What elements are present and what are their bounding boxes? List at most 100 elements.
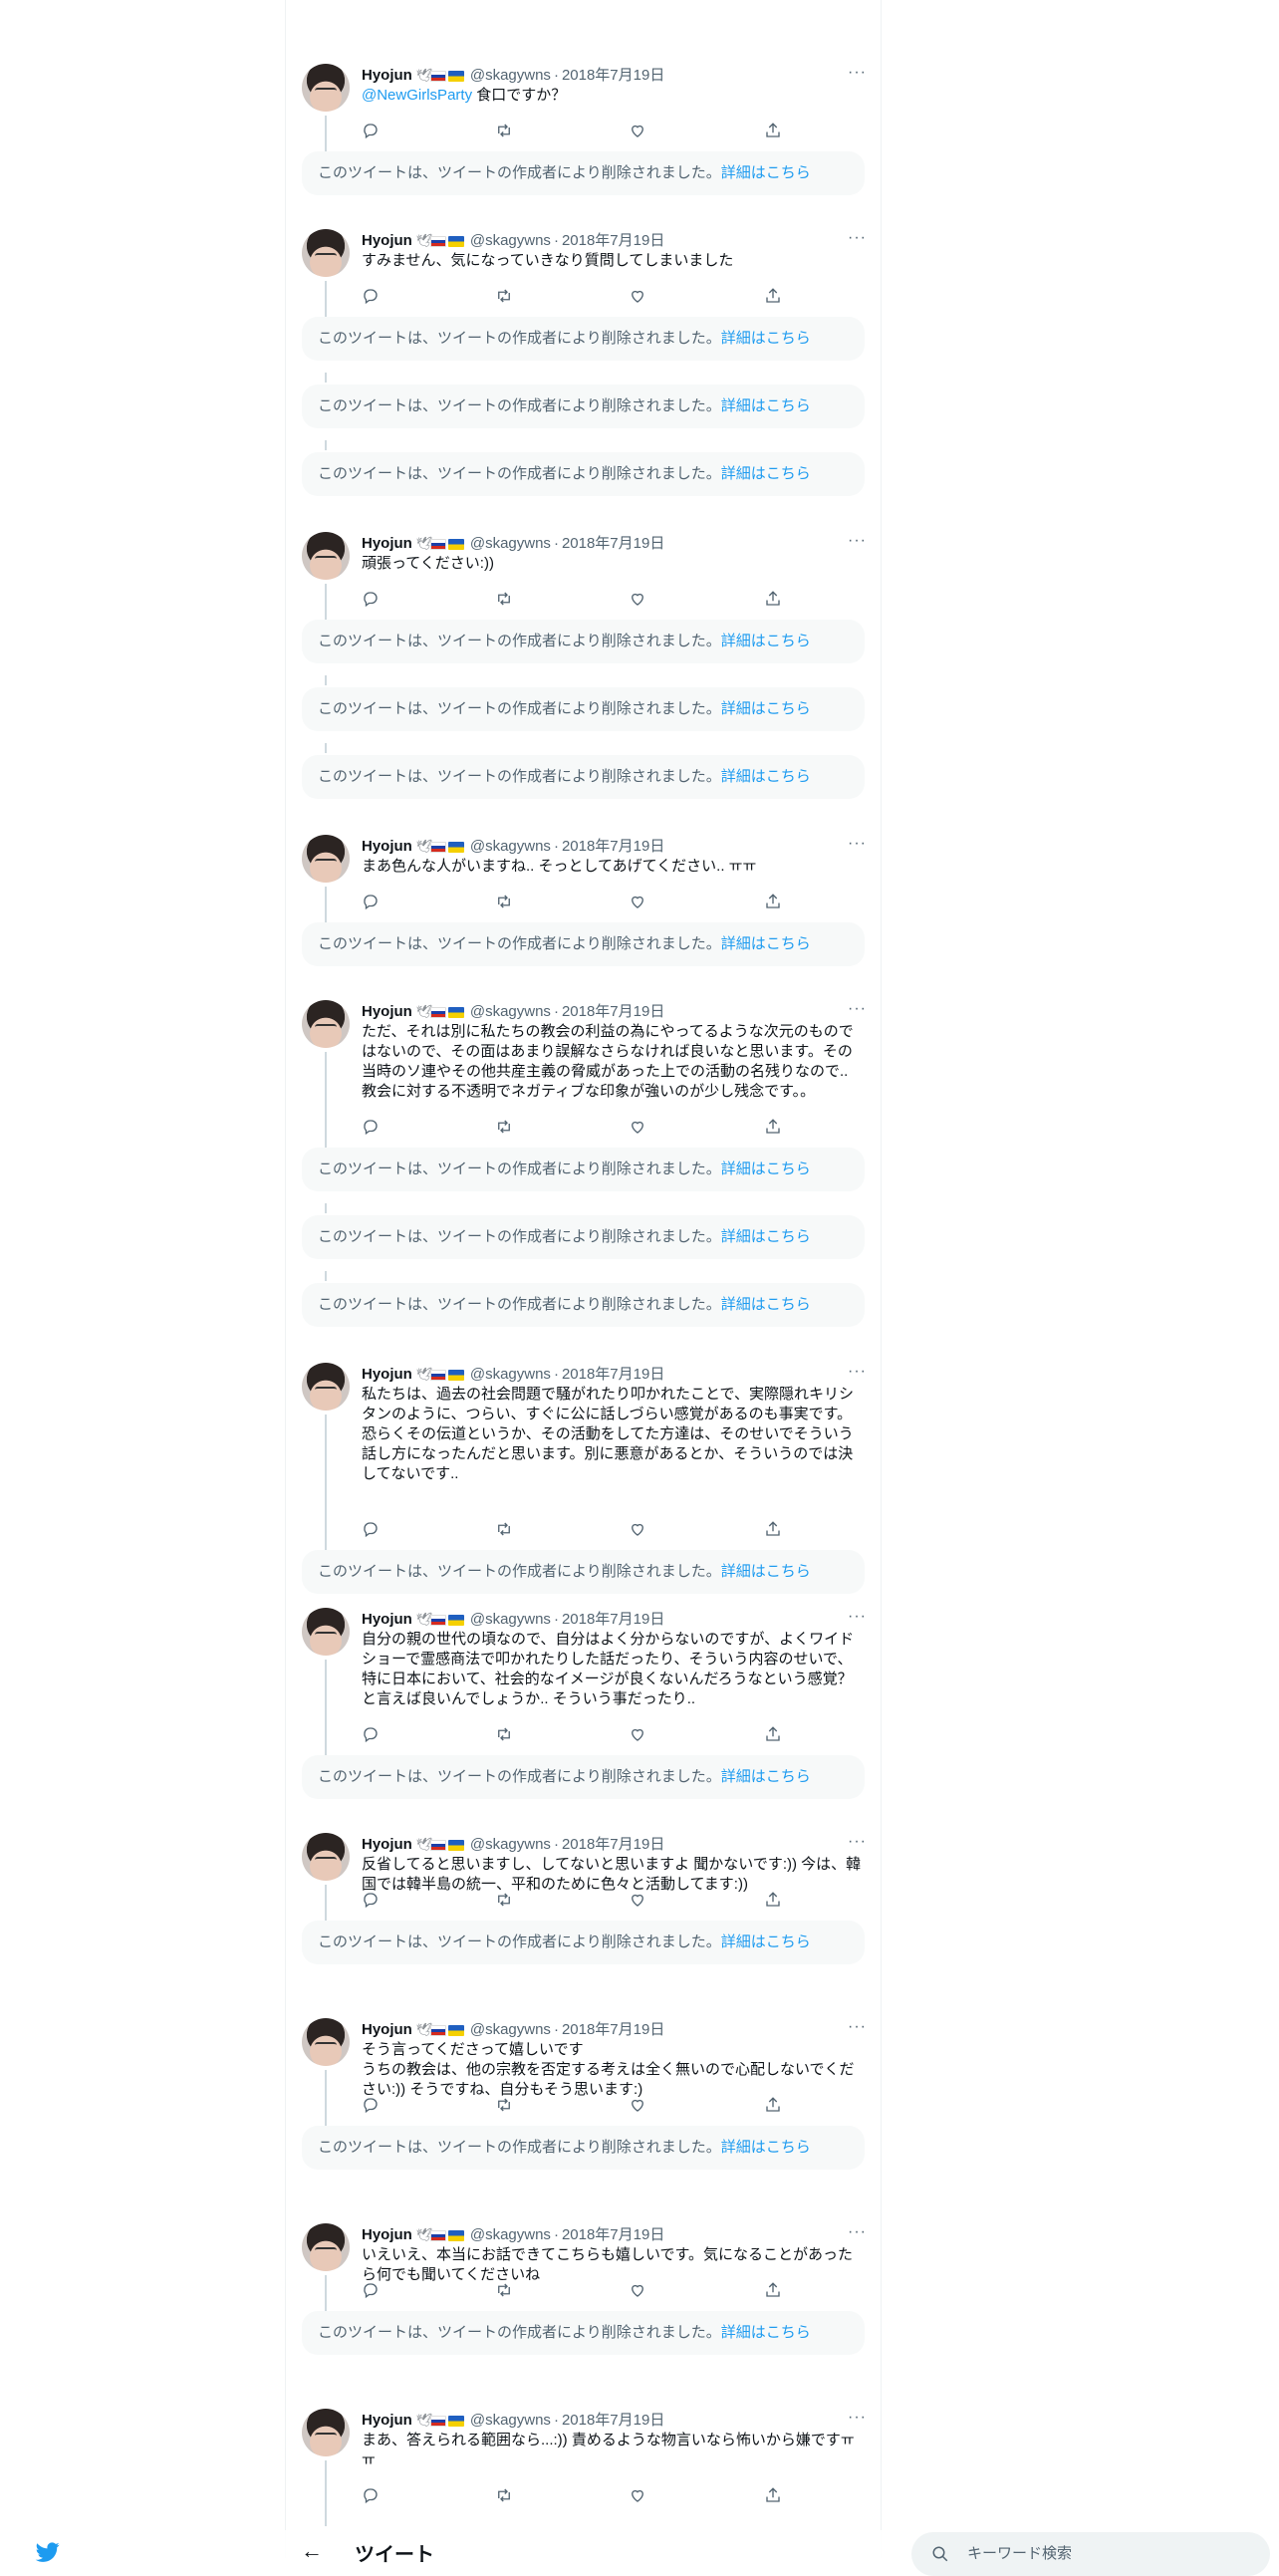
- learn-more-link[interactable]: 詳細はこちら: [721, 1563, 811, 1580]
- tweet-date[interactable]: 2018年7月19日: [562, 232, 664, 249]
- back-arrow-icon[interactable]: ←: [301, 2538, 323, 2564]
- search-input[interactable]: キーワード検索: [911, 2532, 1270, 2576]
- tweet-date[interactable]: 2018年7月19日: [562, 838, 664, 855]
- retweet-icon[interactable]: [495, 2486, 515, 2506]
- share-icon[interactable]: [764, 2281, 784, 2301]
- author-name[interactable]: Hyojun: [362, 1611, 412, 1628]
- retweet-icon[interactable]: [495, 2281, 515, 2301]
- tweet[interactable]: Hyojun 🕊 @skagywns · 2018年7月19日 ··· ただ、それは別に私た…: [286, 1000, 881, 1158]
- reply-icon[interactable]: [362, 287, 382, 307]
- more-options-icon[interactable]: ···: [848, 64, 867, 82]
- author-name[interactable]: Hyojun: [362, 838, 412, 855]
- avatar[interactable]: [302, 835, 350, 883]
- author-handle[interactable]: @skagywns: [470, 838, 551, 855]
- learn-more-link[interactable]: 詳細はこちら: [721, 633, 811, 649]
- tweet[interactable]: Hyojun 🕊 @skagywns · 2018年7月19日 ··· @NewGirlsP…: [286, 64, 881, 161]
- more-options-icon[interactable]: ···: [848, 532, 867, 550]
- more-options-icon[interactable]: ···: [848, 2018, 867, 2036]
- more-options-icon[interactable]: ···: [848, 2409, 867, 2427]
- author-handle[interactable]: @skagywns: [470, 67, 551, 84]
- avatar[interactable]: [302, 1363, 350, 1411]
- retweet-icon[interactable]: [495, 287, 515, 307]
- retweet-icon[interactable]: [495, 2096, 515, 2116]
- reply-icon[interactable]: [362, 2096, 382, 2116]
- learn-more-link[interactable]: 詳細はこちら: [721, 768, 811, 785]
- like-icon[interactable]: [629, 590, 648, 610]
- retweet-icon[interactable]: [495, 122, 515, 141]
- tweet-date[interactable]: 2018年7月19日: [562, 1366, 664, 1383]
- author-handle[interactable]: @skagywns: [470, 232, 551, 249]
- more-options-icon[interactable]: ···: [848, 1363, 867, 1381]
- like-icon[interactable]: [629, 1118, 648, 1138]
- author-handle[interactable]: @skagywns: [470, 1611, 551, 1628]
- retweet-icon[interactable]: [495, 1118, 515, 1138]
- more-options-icon[interactable]: ···: [848, 229, 867, 247]
- avatar[interactable]: [302, 2409, 350, 2456]
- like-icon[interactable]: [629, 1891, 648, 1911]
- more-options-icon[interactable]: ···: [848, 835, 867, 853]
- reply-icon[interactable]: [362, 1891, 382, 1911]
- learn-more-link[interactable]: 詳細はこちら: [721, 700, 811, 717]
- more-options-icon[interactable]: ···: [848, 1608, 867, 1626]
- tweet[interactable]: Hyojun 🕊 @skagywns · 2018年7月19日 ··· 反省してると思います…: [286, 1833, 881, 1931]
- twitter-logo-icon[interactable]: [33, 2540, 63, 2564]
- reply-icon[interactable]: [362, 122, 382, 141]
- share-icon[interactable]: [764, 1520, 784, 1540]
- avatar[interactable]: [302, 229, 350, 277]
- avatar[interactable]: [302, 1833, 350, 1881]
- avatar[interactable]: [302, 532, 350, 580]
- like-icon[interactable]: [629, 893, 648, 912]
- share-icon[interactable]: [764, 2486, 784, 2506]
- tweet[interactable]: Hyojun 🕊 @skagywns · 2018年7月19日 ··· 頑張ってください:)…: [286, 532, 881, 630]
- learn-more-link[interactable]: 詳細はこちら: [721, 397, 811, 414]
- share-icon[interactable]: [764, 2096, 784, 2116]
- author-handle[interactable]: @skagywns: [470, 2021, 551, 2038]
- tweet-date[interactable]: 2018年7月19日: [562, 1003, 664, 1020]
- share-icon[interactable]: [764, 287, 784, 307]
- tweet-date[interactable]: 2018年7月19日: [562, 1611, 664, 1628]
- learn-more-link[interactable]: 詳細はこちら: [721, 935, 811, 952]
- share-icon[interactable]: [764, 1118, 784, 1138]
- like-icon[interactable]: [629, 122, 648, 141]
- mention-link[interactable]: @NewGirlsParty: [362, 87, 472, 104]
- tweet-date[interactable]: 2018年7月19日: [562, 2021, 664, 2038]
- avatar[interactable]: [302, 1000, 350, 1048]
- share-icon[interactable]: [764, 893, 784, 912]
- learn-more-link[interactable]: 詳細はこちら: [721, 1228, 811, 1245]
- avatar[interactable]: [302, 64, 350, 112]
- learn-more-link[interactable]: 詳細はこちら: [721, 1768, 811, 1785]
- tweet-date[interactable]: 2018年7月19日: [562, 2412, 664, 2429]
- tweet[interactable]: Hyojun 🕊 @skagywns · 2018年7月19日 ··· すみません、気になっ…: [286, 229, 881, 327]
- share-icon[interactable]: [764, 122, 784, 141]
- tweet-date[interactable]: 2018年7月19日: [562, 2226, 664, 2243]
- tweet[interactable]: Hyojun 🕊 @skagywns · 2018年7月19日 ··· そう言ってくださって…: [286, 2018, 881, 2136]
- learn-more-link[interactable]: 詳細はこちら: [721, 330, 811, 347]
- tweet[interactable]: Hyojun 🕊 @skagywns · 2018年7月19日 ··· いえいえ、本当にお話…: [286, 2223, 881, 2321]
- tweet-date[interactable]: 2018年7月19日: [562, 67, 664, 84]
- like-icon[interactable]: [629, 2281, 648, 2301]
- learn-more-link[interactable]: 詳細はこちら: [721, 2324, 811, 2341]
- tweet-date[interactable]: 2018年7月19日: [562, 1836, 664, 1853]
- author-handle[interactable]: @skagywns: [470, 1366, 551, 1383]
- author-handle[interactable]: @skagywns: [470, 2226, 551, 2243]
- reply-icon[interactable]: [362, 893, 382, 912]
- retweet-icon[interactable]: [495, 1520, 515, 1540]
- author-name[interactable]: Hyojun: [362, 1836, 412, 1853]
- learn-more-link[interactable]: 詳細はこちら: [721, 164, 811, 181]
- reply-icon[interactable]: [362, 590, 382, 610]
- author-handle[interactable]: @skagywns: [470, 535, 551, 552]
- avatar[interactable]: [302, 2223, 350, 2271]
- like-icon[interactable]: [629, 2486, 648, 2506]
- avatar[interactable]: [302, 2018, 350, 2066]
- learn-more-link[interactable]: 詳細はこちら: [721, 1296, 811, 1313]
- author-handle[interactable]: @skagywns: [470, 1003, 551, 1020]
- share-icon[interactable]: [764, 1725, 784, 1745]
- reply-icon[interactable]: [362, 2281, 382, 2301]
- author-handle[interactable]: @skagywns: [470, 2412, 551, 2429]
- learn-more-link[interactable]: 詳細はこちら: [721, 1160, 811, 1177]
- author-name[interactable]: Hyojun: [362, 2021, 412, 2038]
- like-icon[interactable]: [629, 1520, 648, 1540]
- tweet[interactable]: Hyojun 🕊 @skagywns · 2018年7月19日 ··· 私たちは、過去の社会…: [286, 1363, 881, 1560]
- learn-more-link[interactable]: 詳細はこちら: [721, 465, 811, 482]
- author-name[interactable]: Hyojun: [362, 232, 412, 249]
